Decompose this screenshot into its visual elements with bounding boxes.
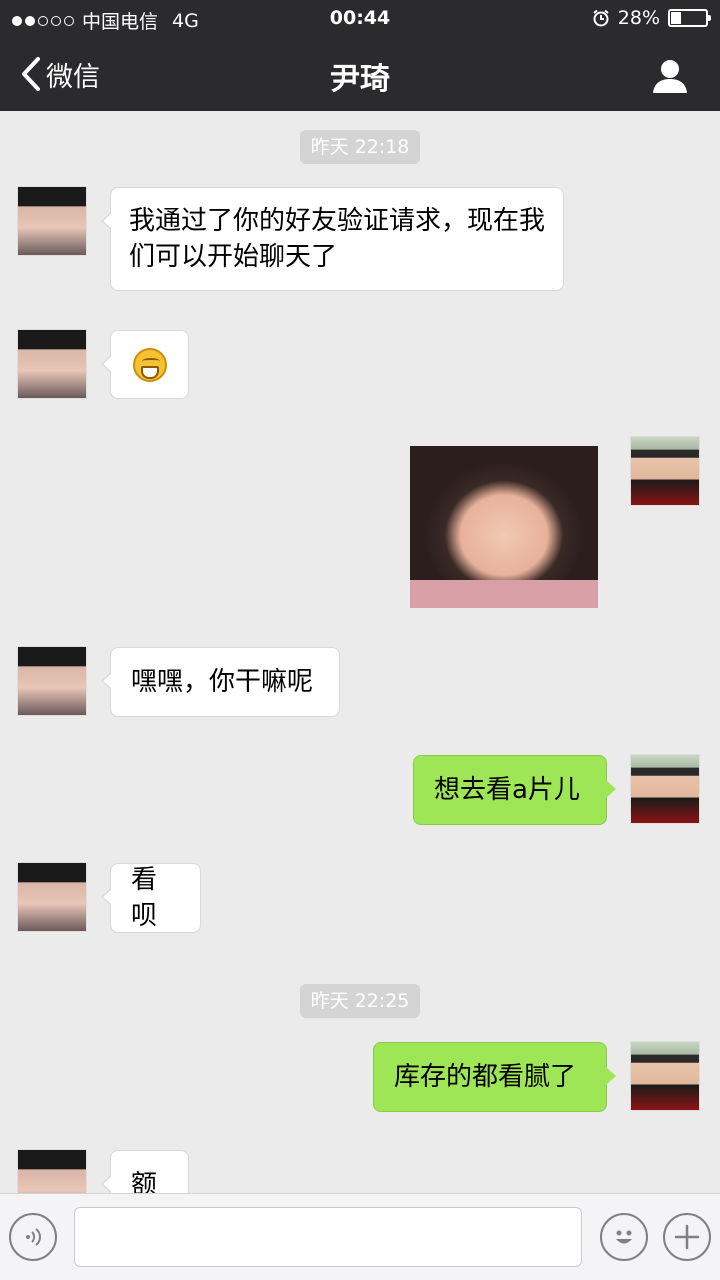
my-avatar[interactable] xyxy=(630,1041,700,1111)
message-text: 我通过了你的好友验证请求，现在我们可以开始聊天了 xyxy=(129,206,546,272)
plus-button[interactable] xyxy=(663,1213,711,1261)
header: 中国电信 4G 00:44 28% 微信 尹琦 xyxy=(0,0,720,111)
message-bubble-sent[interactable]: 想去看a片儿 xyxy=(413,755,616,825)
message-bubble-received[interactable]: 我通过了你的好友验证请求，现在我们可以开始聊天了 xyxy=(101,187,564,291)
status-bar: 中国电信 4G 00:44 28% xyxy=(0,0,720,38)
status-right: 28% xyxy=(592,7,711,29)
battery-icon xyxy=(668,9,711,27)
message-text: 库存的都看腻了 xyxy=(394,1062,577,1092)
contact-avatar[interactable] xyxy=(17,862,87,932)
nav-bar: 微信 尹琦 xyxy=(0,38,720,111)
my-avatar[interactable] xyxy=(630,436,700,506)
message-bubble-received[interactable]: 看呗 xyxy=(101,863,201,933)
message-input[interactable] xyxy=(74,1207,582,1267)
plus-icon xyxy=(674,1224,700,1250)
message-text: 嘿嘿，你干嘛呢 xyxy=(131,667,314,697)
message-text: 额 xyxy=(131,1170,158,1193)
message-bubble-sent[interactable]: 库存的都看腻了 xyxy=(373,1042,616,1112)
contact-avatar[interactable] xyxy=(17,329,87,399)
contact-avatar[interactable] xyxy=(17,186,87,256)
alarm-icon xyxy=(593,9,609,27)
contact-avatar[interactable] xyxy=(17,646,87,716)
chat-title: 尹琦 xyxy=(330,62,390,97)
emoji-icon xyxy=(616,1230,632,1244)
battery-fill xyxy=(671,12,681,24)
battery-percent: 28% xyxy=(617,7,660,29)
chat-area[interactable]: 昨天 22:18 我通过了你的好友验证请求，现在我们可以开始聊天了 嘿嘿，你干嘛… xyxy=(0,111,720,1193)
message-text: 看呗 xyxy=(131,865,158,931)
voice-button[interactable] xyxy=(9,1213,57,1261)
profile-button[interactable] xyxy=(650,56,690,96)
timestamp: 昨天 22:25 xyxy=(300,984,420,1018)
message-bubble-received[interactable] xyxy=(101,330,189,399)
grin-emoji-icon xyxy=(132,347,167,382)
message-bubble-received[interactable]: 额 xyxy=(101,1150,189,1193)
person-icon xyxy=(653,60,687,93)
voice-icon xyxy=(26,1228,41,1246)
message-bubble-received[interactable]: 嘿嘿，你干嘛呢 xyxy=(101,647,340,717)
photo-message[interactable] xyxy=(410,446,598,608)
input-bar xyxy=(0,1193,720,1280)
timestamp: 昨天 22:18 xyxy=(300,130,420,164)
contact-avatar[interactable] xyxy=(17,1149,87,1193)
emoji-button[interactable] xyxy=(600,1213,648,1261)
my-avatar[interactable] xyxy=(630,754,700,824)
message-text: 想去看a片儿 xyxy=(434,775,580,805)
photo-shirt xyxy=(410,580,598,608)
